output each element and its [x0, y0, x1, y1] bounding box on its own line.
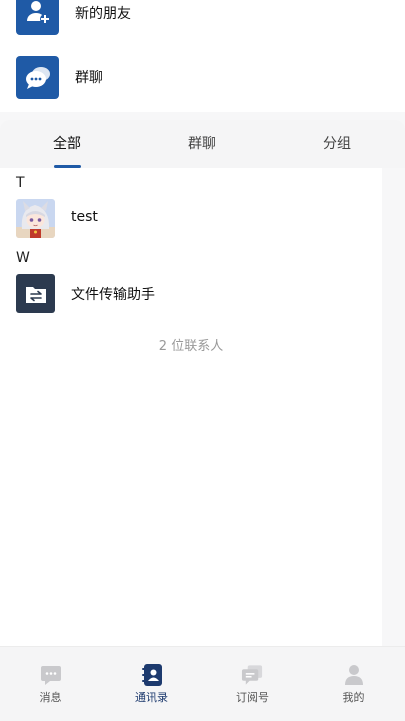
contact-row-file-transfer[interactable]: 文件传输助手	[0, 274, 382, 316]
group-chat-label: 群聊	[75, 70, 103, 86]
section-letter-w: W	[16, 250, 30, 266]
tab-categories[interactable]: 分组	[287, 120, 387, 168]
group-chat-icon	[16, 55, 59, 99]
nav-contacts[interactable]: 通讯录	[101, 647, 202, 721]
contact-name: 文件传输助手	[71, 287, 155, 303]
contact-name: test	[71, 209, 98, 225]
tab-all[interactable]: 全部	[17, 120, 117, 168]
top-entries-card: 新的朋友 群聊	[0, 0, 405, 112]
contact-tabs: 全部 群聊 分组	[0, 120, 405, 168]
file-transfer-icon	[16, 274, 55, 313]
subscription-icon	[241, 663, 264, 687]
contacts-icon	[140, 663, 163, 687]
contact-row-test[interactable]: test	[0, 199, 382, 241]
section-letter-t: T	[16, 175, 25, 191]
contact-list: T test W 文件传输助手 2 位联系人	[0, 168, 382, 646]
profile-icon	[342, 663, 365, 687]
new-friends-entry[interactable]: 新的朋友	[0, 0, 405, 38]
nav-contacts-label: 通讯录	[135, 691, 168, 704]
tab-groups-label: 群聊	[188, 136, 216, 152]
nav-profile[interactable]: 我的	[303, 647, 404, 721]
nav-subscriptions-label: 订阅号	[236, 691, 269, 704]
tab-groups[interactable]: 群聊	[152, 120, 252, 168]
add-friend-icon	[16, 0, 59, 35]
bottom-nav: 消息 通讯录 订阅号 我的	[0, 646, 405, 721]
tab-all-label: 全部	[53, 136, 81, 152]
contact-count: 2 位联系人	[158, 339, 224, 354]
tab-categories-label: 分组	[323, 136, 351, 152]
new-friends-label: 新的朋友	[75, 6, 131, 22]
nav-messages-label: 消息	[39, 691, 62, 704]
nav-subscriptions[interactable]: 订阅号	[202, 647, 303, 721]
anime-avatar	[16, 199, 55, 238]
group-chat-entry[interactable]: 群聊	[0, 52, 405, 102]
nav-messages[interactable]: 消息	[0, 647, 101, 721]
nav-profile-label: 我的	[342, 691, 365, 704]
message-icon	[39, 663, 62, 687]
